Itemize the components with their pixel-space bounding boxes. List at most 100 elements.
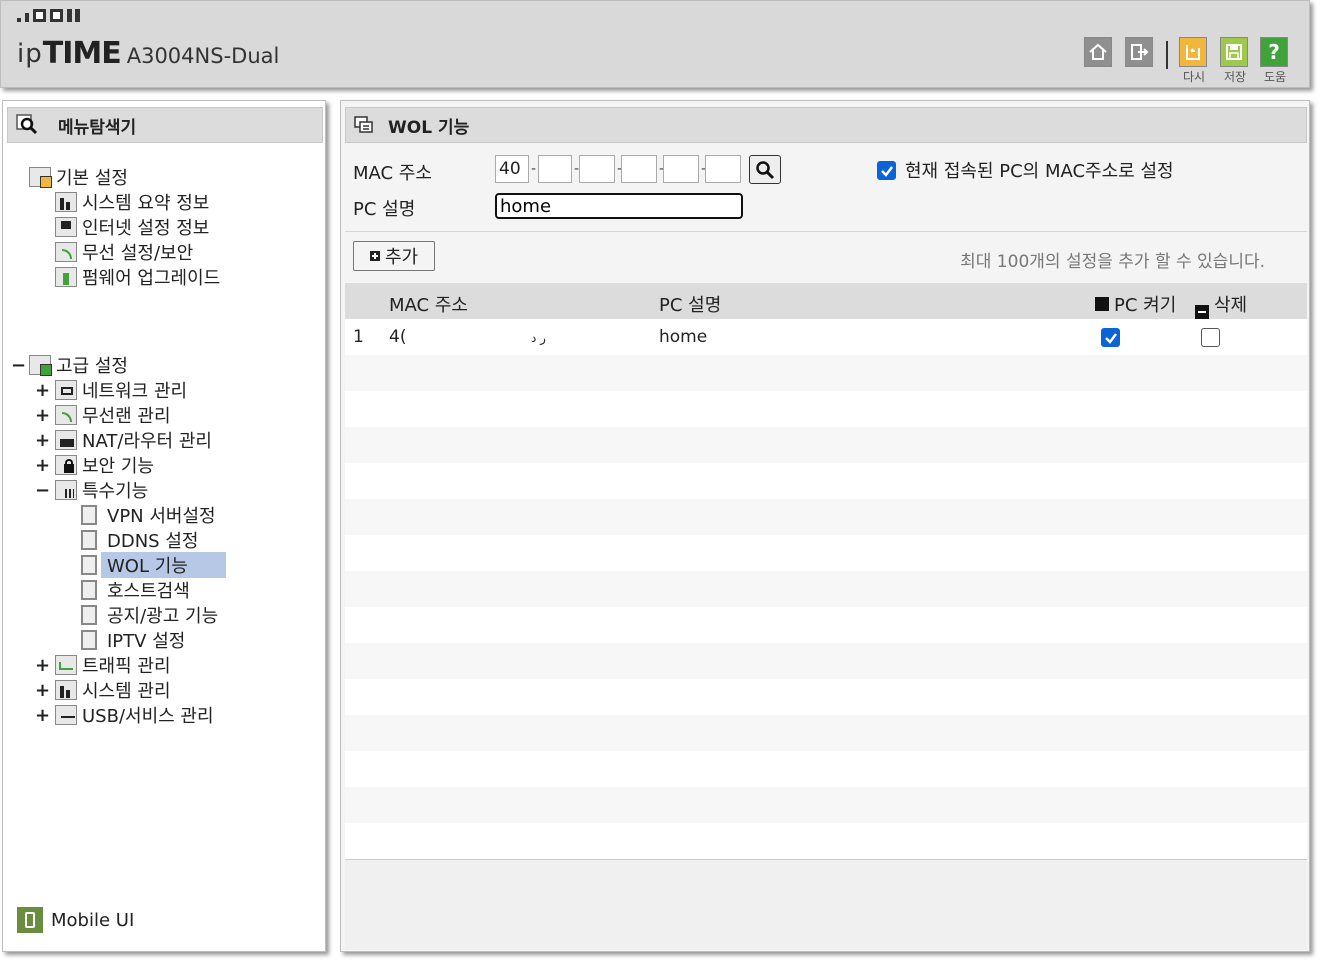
window-icon: [354, 116, 373, 133]
tree-basic-label: 기본 설정: [56, 168, 128, 189]
traffic-icon: [55, 655, 77, 675]
tree-advanced-settings[interactable]: 고급 설정: [29, 353, 128, 377]
pc-description-input[interactable]: [495, 193, 743, 219]
row-wake-checkbox[interactable]: [1101, 328, 1120, 347]
save-label: 저장: [1223, 70, 1247, 84]
help-icon: ?: [1268, 40, 1280, 64]
model-name: A3004NS-Dual: [126, 44, 280, 68]
row-pc: home: [659, 327, 708, 347]
wifi-icon: [55, 242, 77, 262]
page-icon: [81, 530, 97, 550]
brand-logo: ip TIME A3004NS-Dual: [17, 39, 280, 70]
tree-item-label: 네트워크 관리: [82, 381, 188, 402]
tree-item-label: 특수기능: [82, 481, 149, 502]
tree-item-iptv[interactable]: IPTV 설정: [81, 628, 185, 652]
table-row-empty: [345, 499, 1307, 535]
sidebar-title-bar: 메뉴탐색기: [7, 107, 323, 143]
tree-item-system[interactable]: 시스템 관리: [55, 678, 171, 702]
expand-icon[interactable]: +: [35, 405, 50, 426]
mac-octet-1-input[interactable]: 40: [495, 155, 529, 183]
tree-item-label: 무선 설정/보안: [82, 243, 194, 264]
logout-button[interactable]: [1125, 37, 1153, 67]
tree-item-wol[interactable]: WOL 기능: [81, 552, 226, 578]
tree-item-usb[interactable]: USB/서비스 관리: [55, 703, 214, 727]
page-icon: [81, 555, 97, 575]
expand-icon[interactable]: +: [35, 455, 50, 476]
expand-icon[interactable]: +: [35, 705, 50, 726]
save-button[interactable]: [1220, 37, 1248, 67]
page-icon: [81, 630, 97, 650]
table-body: 1 4( ر د home: [345, 319, 1307, 859]
main-title-bar: WOL 기능: [345, 107, 1307, 143]
help-button[interactable]: ?: [1260, 37, 1288, 67]
mac-octet-4-input[interactable]: [621, 155, 657, 183]
collapse-icon[interactable]: −: [35, 480, 50, 501]
mac-octet-2-input[interactable]: [538, 155, 572, 183]
tree-item-nat-router[interactable]: NAT/라우터 관리: [55, 428, 212, 452]
reload-icon: [1186, 45, 1200, 60]
table-row-empty: [345, 643, 1307, 679]
tree-item-label: 트래픽 관리: [82, 656, 171, 677]
tree-item-system-summary[interactable]: 시스템 요약 정보: [55, 190, 209, 214]
tree-item-label: NAT/라우터 관리: [82, 431, 212, 452]
row-mac: 4(: [389, 327, 407, 347]
tree-item-label: 공지/광고 기능: [107, 606, 219, 627]
use-current-mac-checkbox[interactable]: [877, 161, 896, 180]
mac-separator: -: [531, 161, 537, 177]
mac-octet-6-input[interactable]: [705, 155, 741, 183]
tree-item-special[interactable]: 특수기능: [55, 478, 148, 502]
save-icon: [1226, 44, 1242, 60]
tree-item-ddns[interactable]: DDNS 설정: [81, 528, 198, 552]
network-icon: [55, 380, 77, 400]
tree-item-network[interactable]: 네트워크 관리: [55, 378, 187, 402]
expand-icon[interactable]: +: [35, 680, 50, 701]
mac-label: MAC 주소: [353, 163, 432, 184]
table-row-empty: [345, 751, 1307, 787]
tree-item-security[interactable]: 보안 기능: [55, 453, 154, 477]
tree-item-wireless-security[interactable]: 무선 설정/보안: [55, 240, 193, 264]
divider: [345, 231, 1307, 232]
mobile-icon: [17, 907, 43, 933]
add-button[interactable]: 추가: [353, 241, 435, 271]
tree-item-traffic[interactable]: 트래픽 관리: [55, 653, 171, 677]
tree-item-wireless-lan[interactable]: 무선랜 관리: [55, 403, 171, 427]
tree-item-notice-ad[interactable]: 공지/광고 기능: [81, 603, 218, 627]
plus-icon: [369, 251, 380, 261]
tree-item-internet-info[interactable]: 인터넷 설정 정보: [55, 215, 209, 239]
tree-item-vpn[interactable]: VPN 서버설정: [81, 503, 216, 527]
router-icon: [55, 430, 77, 450]
expand-icon[interactable]: +: [35, 430, 50, 451]
page-icon: [81, 605, 97, 625]
home-button[interactable]: [1084, 37, 1112, 67]
tree-item-label: 시스템 관리: [82, 681, 171, 702]
chart-icon: [55, 192, 77, 212]
col-mac: MAC 주소: [389, 295, 468, 316]
wifi-icon: [55, 405, 77, 425]
table-row-empty: [345, 427, 1307, 463]
expand-icon[interactable]: +: [35, 655, 50, 676]
magnifier-icon: [16, 114, 38, 135]
collapse-icon[interactable]: −: [11, 355, 26, 376]
reload-button[interactable]: [1179, 37, 1207, 67]
tree-item-host-scan[interactable]: 호스트검색: [81, 578, 190, 602]
tree-item-label: IPTV 설정: [107, 631, 186, 652]
row-delete-checkbox[interactable]: [1201, 328, 1220, 347]
tree-advanced-label: 고급 설정: [56, 356, 128, 377]
brand-ip: ip: [17, 39, 43, 69]
expand-icon[interactable]: +: [35, 380, 50, 401]
upgrade-icon: [55, 267, 77, 287]
mac-search-button[interactable]: [749, 155, 781, 184]
tree-basic-settings[interactable]: 기본 설정: [29, 165, 128, 189]
chart-icon: [55, 680, 77, 700]
power-icon: [1095, 297, 1109, 311]
grid-icon: [55, 480, 77, 500]
tree-item-label: 호스트검색: [107, 581, 190, 602]
mac-octet-5-input[interactable]: [663, 155, 699, 183]
main-panel: WOL 기능 MAC 주소 40 - - - - - 현재 접속된 PC의 MA…: [340, 100, 1310, 952]
mac-octet-3-input[interactable]: [579, 155, 615, 183]
table-row-empty: [345, 715, 1307, 751]
table-row-empty: [345, 679, 1307, 715]
mobile-ui-link[interactable]: Mobile UI: [17, 907, 134, 933]
tree-item-firmware-upgrade[interactable]: 펌웨어 업그레이드: [55, 265, 220, 289]
table-row-empty: [345, 535, 1307, 571]
